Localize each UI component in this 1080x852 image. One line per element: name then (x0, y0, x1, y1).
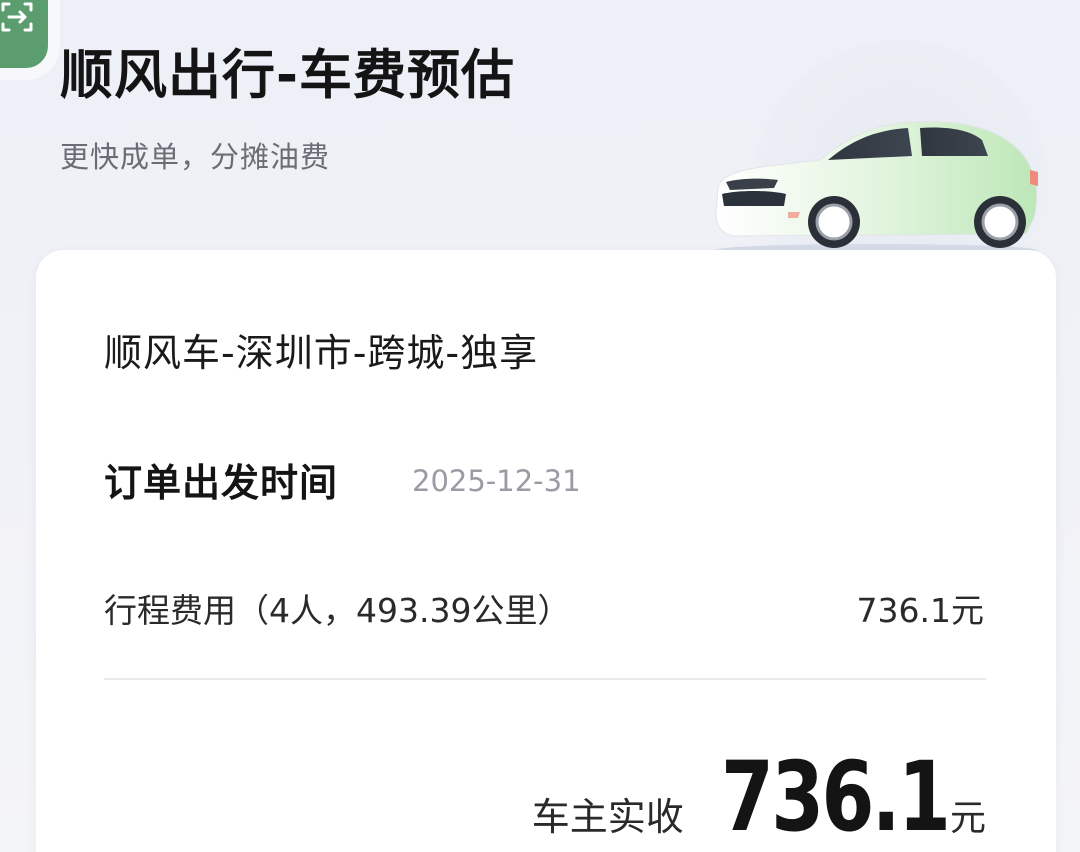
fare-card: 顺风车-深圳市-跨城-独享 订单出发时间 2025-12-31 行程费用（4人，… (36, 250, 1056, 852)
depart-time-label: 订单出发时间 (104, 461, 339, 505)
page-subtitle: 更快成单，分摊油费 (60, 140, 331, 174)
driver-income-row: 车主实收 736.1 元 (532, 742, 986, 852)
depart-time-value: 2025-12-31 (412, 464, 581, 498)
product-title: 顺风车-深圳市-跨城-独享 (104, 331, 539, 375)
car-illustration (715, 121, 1038, 256)
page-title: 顺风出行-车费预估 (60, 45, 515, 106)
scan-exit-button[interactable] (0, 0, 48, 68)
driver-income-label: 车主实收 (531, 795, 684, 839)
scan-exit-icon (1, 2, 33, 32)
trip-fee-value: 736.1元 (856, 591, 984, 630)
trip-fee-label: 行程费用（4人，493.39公里） (104, 591, 571, 630)
fare-estimate-page: 顺风出行-车费预估 更快成单，分摊油费 顺风车-深圳市-跨城-独享 订单出发时间… (0, 0, 1080, 852)
driver-income-amount: 736.1 (720, 741, 951, 852)
driver-income-unit: 元 (949, 798, 986, 839)
divider (104, 678, 986, 680)
